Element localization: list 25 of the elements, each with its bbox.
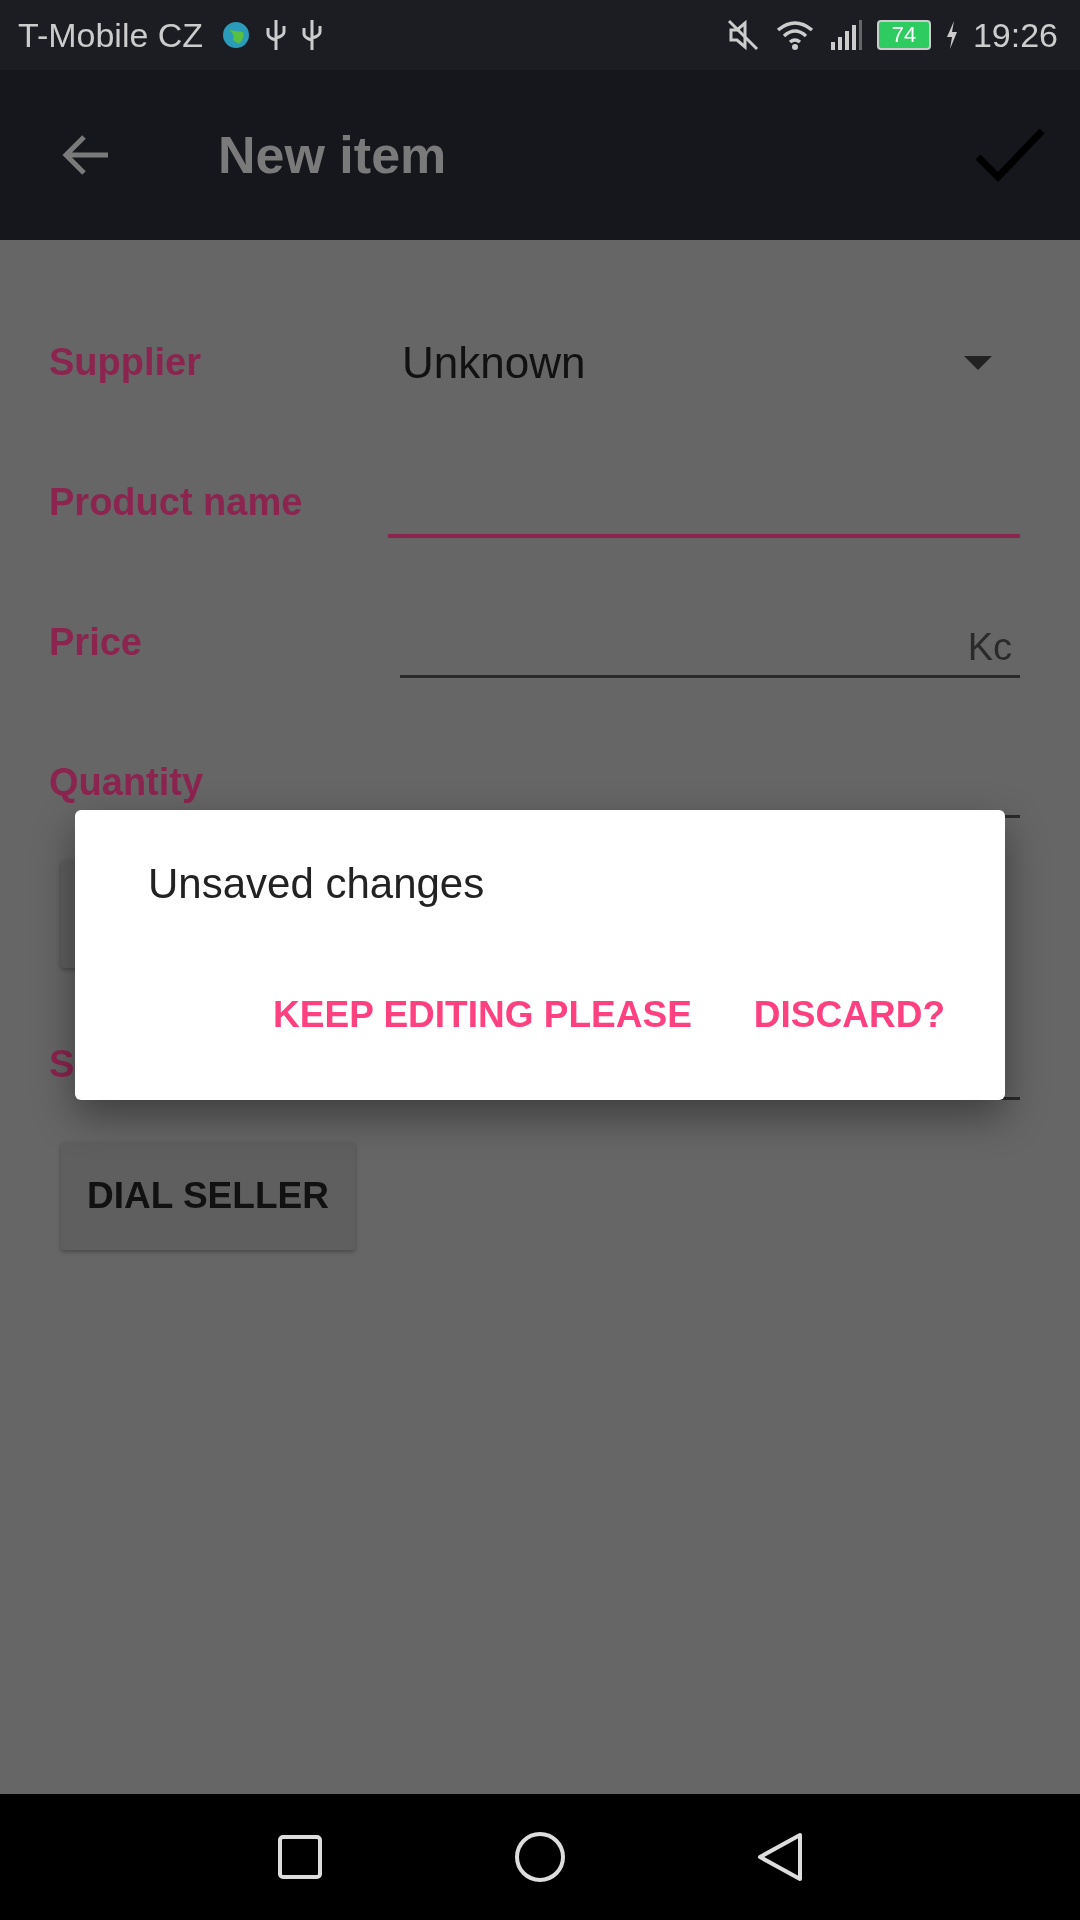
- recent-apps-icon[interactable]: [276, 1833, 324, 1881]
- back-icon[interactable]: [756, 1831, 804, 1883]
- field-label: S: [49, 1043, 76, 1087]
- charging-icon: [944, 20, 959, 50]
- home-icon[interactable]: [514, 1831, 566, 1883]
- dialog-button[interactable]: KEEP EDITING PLEASE: [267, 990, 698, 1040]
- action-button[interactable]: DIAL SELLER: [61, 1142, 355, 1250]
- carrier-name: T-Mobile CZ: [18, 15, 204, 55]
- field-label: Quantity: [49, 761, 205, 805]
- field-label: Product name: [49, 481, 304, 525]
- screen-title: New item: [218, 125, 448, 185]
- input-field[interactable]: Kc: [400, 615, 1020, 678]
- field-label: Price: [49, 621, 143, 665]
- globe-icon: [221, 20, 252, 50]
- field-label: Supplier: [49, 341, 203, 385]
- signal-icon: [828, 18, 863, 52]
- wifi-icon: [774, 18, 815, 52]
- usb-icon: [301, 18, 324, 52]
- dialog-title: Unsaved changes: [148, 860, 485, 908]
- supplier-dropdown[interactable]: Unknown: [388, 338, 1020, 420]
- usb-icon: [265, 18, 288, 52]
- clock-time: 19:26: [972, 15, 1058, 55]
- dialog-button[interactable]: DISCARD?: [747, 990, 951, 1040]
- dropdown-caret-icon: [964, 356, 992, 370]
- battery-indicator: 74: [876, 20, 931, 50]
